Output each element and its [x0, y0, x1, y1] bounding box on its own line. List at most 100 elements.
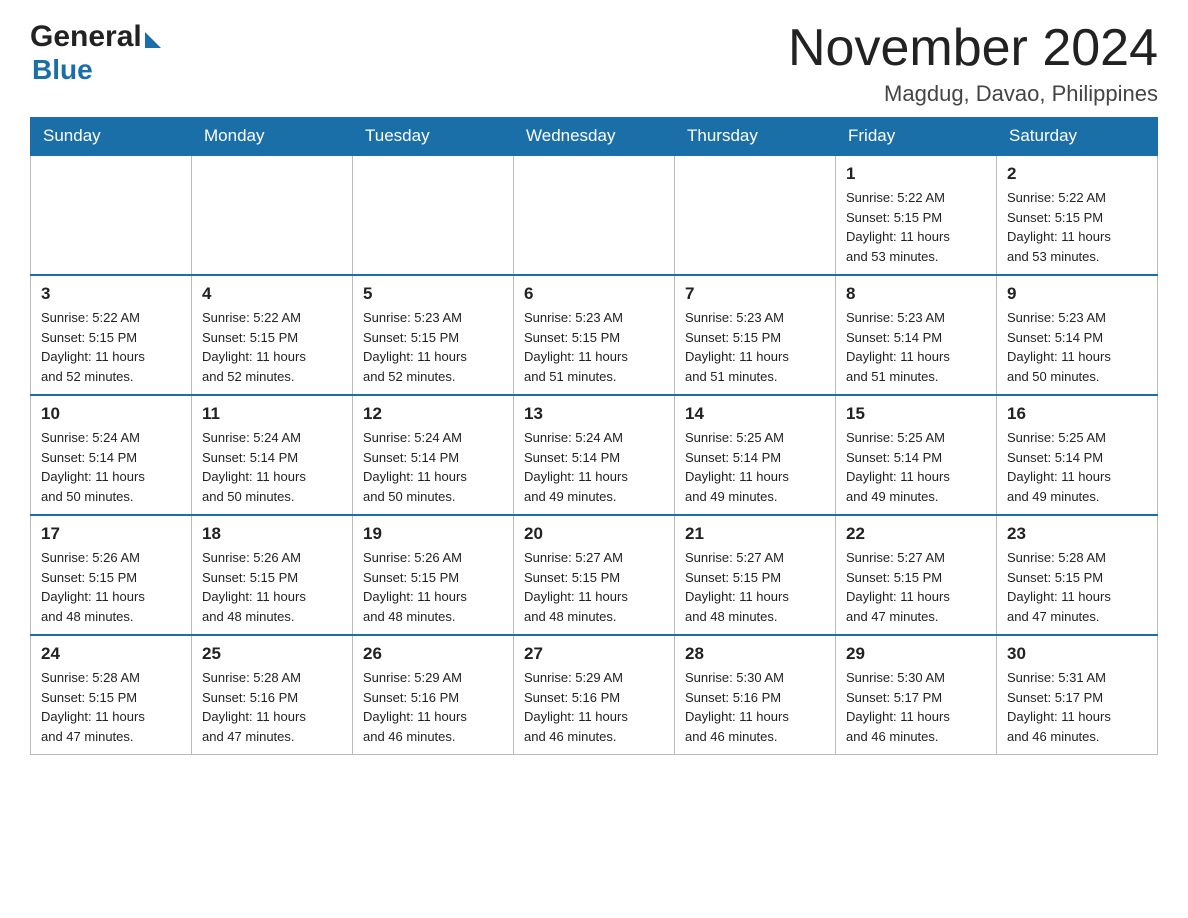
day-info: Sunrise: 5:25 AMSunset: 5:14 PMDaylight:… — [1007, 428, 1147, 506]
day-info: Sunrise: 5:22 AMSunset: 5:15 PMDaylight:… — [202, 308, 342, 386]
day-number: 26 — [363, 644, 503, 664]
day-info: Sunrise: 5:26 AMSunset: 5:15 PMDaylight:… — [202, 548, 342, 626]
logo-general-text: General — [30, 20, 142, 54]
calendar-cell: 13Sunrise: 5:24 AMSunset: 5:14 PMDayligh… — [514, 395, 675, 515]
calendar-cell: 14 Sunrise: 5:25 AMSunset: 5:14 PMDayligh… — [675, 395, 836, 515]
calendar-cell: 20 Sunrise: 5:27 AMSunset: 5:15 PMDayligh… — [514, 515, 675, 635]
weekday-header-wednesday: Wednesday — [514, 118, 675, 156]
day-number: 19 — [363, 524, 503, 544]
day-info: Sunrise: 5:23 AMSunset: 5:15 PMDaylight:… — [685, 308, 825, 386]
calendar-cell: 3Sunrise: 5:22 AMSunset: 5:15 PMDaylight… — [31, 275, 192, 395]
calendar-cell: 25 Sunrise: 5:28 AMSunset: 5:16 PMDayligh… — [192, 635, 353, 755]
day-number: 12 — [363, 404, 503, 424]
day-number: 10 — [41, 404, 181, 424]
day-info: Sunrise: 5:23 AMSunset: 5:14 PMDaylight:… — [1007, 308, 1147, 386]
logo-top-row: General — [30, 20, 161, 54]
day-number: 25 — [202, 644, 342, 664]
calendar-cell: 4 Sunrise: 5:22 AMSunset: 5:15 PMDaylight… — [192, 275, 353, 395]
week-row-4: 17 Sunrise: 5:26 AMSunset: 5:15 PMDayligh… — [31, 515, 1158, 635]
day-info: Sunrise: 5:27 AMSunset: 5:15 PMDaylight:… — [846, 548, 986, 626]
calendar-cell: 30Sunrise: 5:31 AMSunset: 5:17 PMDayligh… — [997, 635, 1158, 755]
day-info: Sunrise: 5:28 AMSunset: 5:15 PMDaylight:… — [1007, 548, 1147, 626]
calendar-cell: 10 Sunrise: 5:24 AMSunset: 5:14 PMDayligh… — [31, 395, 192, 515]
day-number: 24 — [41, 644, 181, 664]
calendar-title: November 2024 — [788, 20, 1158, 77]
calendar-cell: 16Sunrise: 5:25 AMSunset: 5:14 PMDayligh… — [997, 395, 1158, 515]
weekday-header-sunday: Sunday — [31, 118, 192, 156]
day-info: Sunrise: 5:24 AMSunset: 5:14 PMDaylight:… — [41, 428, 181, 506]
page: General Blue November 2024 Magdug, Davao… — [0, 0, 1188, 785]
logo-bottom-row: Blue — [32, 54, 93, 86]
day-info: Sunrise: 5:25 AMSunset: 5:14 PMDaylight:… — [846, 428, 986, 506]
day-number: 9 — [1007, 284, 1147, 304]
calendar-cell: 21 Sunrise: 5:27 AMSunset: 5:15 PMDayligh… — [675, 515, 836, 635]
calendar-cell: 9 Sunrise: 5:23 AMSunset: 5:14 PMDaylight… — [997, 275, 1158, 395]
calendar-cell: 7 Sunrise: 5:23 AMSunset: 5:15 PMDaylight… — [675, 275, 836, 395]
day-number: 29 — [846, 644, 986, 664]
day-number: 8 — [846, 284, 986, 304]
day-info: Sunrise: 5:27 AMSunset: 5:15 PMDaylight:… — [524, 548, 664, 626]
day-info: Sunrise: 5:29 AMSunset: 5:16 PMDaylight:… — [524, 668, 664, 746]
calendar-cell — [31, 155, 192, 275]
calendar-cell: 6Sunrise: 5:23 AMSunset: 5:15 PMDaylight… — [514, 275, 675, 395]
day-info: Sunrise: 5:30 AMSunset: 5:17 PMDaylight:… — [846, 668, 986, 746]
day-number: 15 — [846, 404, 986, 424]
calendar-cell: 29 Sunrise: 5:30 AMSunset: 5:17 PMDayligh… — [836, 635, 997, 755]
day-number: 21 — [685, 524, 825, 544]
day-info: Sunrise: 5:25 AMSunset: 5:14 PMDaylight:… — [685, 428, 825, 506]
calendar-cell: 5 Sunrise: 5:23 AMSunset: 5:15 PMDaylight… — [353, 275, 514, 395]
day-info: Sunrise: 5:26 AMSunset: 5:15 PMDaylight:… — [41, 548, 181, 626]
day-info: Sunrise: 5:23 AMSunset: 5:15 PMDaylight:… — [524, 308, 664, 386]
day-number: 28 — [685, 644, 825, 664]
day-info: Sunrise: 5:30 AMSunset: 5:16 PMDaylight:… — [685, 668, 825, 746]
calendar-cell: 24Sunrise: 5:28 AMSunset: 5:15 PMDayligh… — [31, 635, 192, 755]
calendar-cell: 18Sunrise: 5:26 AMSunset: 5:15 PMDayligh… — [192, 515, 353, 635]
calendar-cell: 28 Sunrise: 5:30 AMSunset: 5:16 PMDayligh… — [675, 635, 836, 755]
calendar-cell: 1 Sunrise: 5:22 AMSunset: 5:15 PMDaylight… — [836, 155, 997, 275]
day-number: 17 — [41, 524, 181, 544]
day-number: 20 — [524, 524, 664, 544]
calendar-cell — [353, 155, 514, 275]
calendar-cell — [192, 155, 353, 275]
day-info: Sunrise: 5:24 AMSunset: 5:14 PMDaylight:… — [202, 428, 342, 506]
day-info: Sunrise: 5:31 AMSunset: 5:17 PMDaylight:… — [1007, 668, 1147, 746]
day-info: Sunrise: 5:23 AMSunset: 5:15 PMDaylight:… — [363, 308, 503, 386]
weekday-header-friday: Friday — [836, 118, 997, 156]
week-row-2: 3 Sunrise: 5:22 AMSunset: 5:15 PMDaylight… — [31, 275, 1158, 395]
logo-blue-text: Blue — [32, 54, 93, 86]
calendar-cell — [514, 155, 675, 275]
day-info: Sunrise: 5:24 AMSunset: 5:14 PMDaylight:… — [363, 428, 503, 506]
calendar-cell — [675, 155, 836, 275]
calendar-cell: 26Sunrise: 5:29 AMSunset: 5:16 PMDayligh… — [353, 635, 514, 755]
logo-arrow-icon — [145, 32, 161, 48]
day-info: Sunrise: 5:22 AMSunset: 5:15 PMDaylight:… — [1007, 188, 1147, 266]
day-number: 27 — [524, 644, 664, 664]
calendar-cell: 12 Sunrise: 5:24 AMSunset: 5:14 PMDayligh… — [353, 395, 514, 515]
logo: General Blue — [30, 20, 161, 86]
calendar-cell: 8 Sunrise: 5:23 AMSunset: 5:14 PMDaylight… — [836, 275, 997, 395]
calendar-table: SundayMondayTuesdayWednesdayThursdayFrid… — [30, 117, 1158, 755]
day-number: 1 — [846, 164, 986, 184]
day-info: Sunrise: 5:27 AMSunset: 5:15 PMDaylight:… — [685, 548, 825, 626]
week-row-1: 1 Sunrise: 5:22 AMSunset: 5:15 PMDaylight… — [31, 155, 1158, 275]
calendar-cell: 19 Sunrise: 5:26 AMSunset: 5:15 PMDayligh… — [353, 515, 514, 635]
day-number: 5 — [363, 284, 503, 304]
day-number: 11 — [202, 404, 342, 424]
day-info: Sunrise: 5:28 AMSunset: 5:16 PMDaylight:… — [202, 668, 342, 746]
weekday-header-saturday: Saturday — [997, 118, 1158, 156]
day-info: Sunrise: 5:26 AMSunset: 5:15 PMDaylight:… — [363, 548, 503, 626]
day-number: 3 — [41, 284, 181, 304]
calendar-subtitle: Magdug, Davao, Philippines — [788, 81, 1158, 107]
day-number: 2 — [1007, 164, 1147, 184]
day-info: Sunrise: 5:24 AMSunset: 5:14 PMDaylight:… — [524, 428, 664, 506]
day-number: 14 — [685, 404, 825, 424]
calendar-cell: 15 Sunrise: 5:25 AMSunset: 5:14 PMDayligh… — [836, 395, 997, 515]
day-info: Sunrise: 5:22 AMSunset: 5:15 PMDaylight:… — [846, 188, 986, 266]
title-block: November 2024 Magdug, Davao, Philippines — [788, 20, 1158, 107]
week-row-3: 10 Sunrise: 5:24 AMSunset: 5:14 PMDayligh… — [31, 395, 1158, 515]
day-number: 4 — [202, 284, 342, 304]
day-info: Sunrise: 5:23 AMSunset: 5:14 PMDaylight:… — [846, 308, 986, 386]
day-number: 7 — [685, 284, 825, 304]
weekday-header-row: SundayMondayTuesdayWednesdayThursdayFrid… — [31, 118, 1158, 156]
day-number: 22 — [846, 524, 986, 544]
